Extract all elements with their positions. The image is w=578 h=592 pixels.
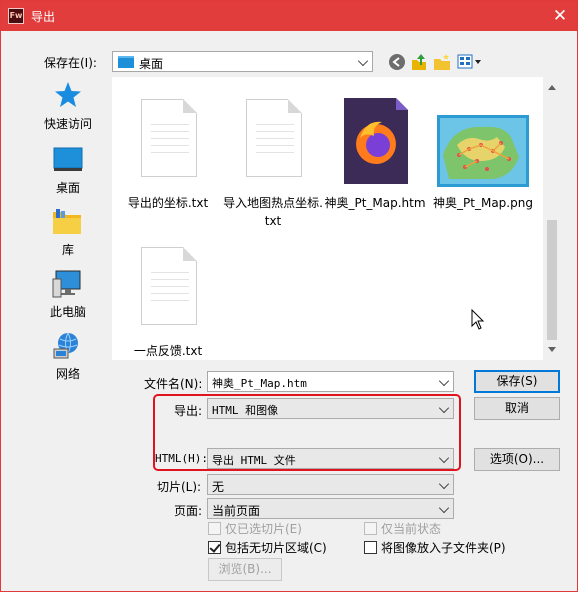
firefox-html-file-icon	[344, 98, 408, 184]
images-subfolder-checkbox[interactable]: 将图像放入子文件夹(P)	[364, 539, 506, 556]
checkbox-box[interactable]	[364, 541, 377, 554]
place-label: 此电脑	[49, 305, 86, 319]
highlight-annotation-box	[153, 394, 461, 471]
network-icon	[53, 332, 78, 359]
place-desktop[interactable]: 桌面	[32, 141, 104, 199]
chevron-down-icon	[438, 478, 450, 490]
desktop-folder-icon	[118, 56, 134, 68]
page-dropdown[interactable]: 当前页面	[207, 498, 454, 519]
place-label: 快速访问	[43, 117, 92, 131]
browse-button[interactable]: 浏览(B)...	[208, 558, 282, 581]
chevron-down-icon	[438, 502, 450, 514]
star-icon	[55, 82, 81, 107]
filename-input[interactable]: 神奥_Pt_Map.htm	[207, 371, 454, 392]
file-name: 神奥_Pt_Map.htm	[324, 196, 426, 210]
scroll-up-arrow-icon[interactable]	[548, 85, 556, 90]
checkbox-box[interactable]	[364, 522, 377, 535]
close-icon[interactable]: ✕	[547, 4, 573, 28]
checkbox-label: 将图像放入子文件夹(P)	[381, 541, 506, 555]
library-icon	[53, 209, 81, 234]
place-network[interactable]: 网络	[32, 327, 104, 385]
scrollbar-thumb[interactable]	[547, 220, 557, 340]
text-file-icon	[246, 99, 302, 177]
checkbox-box[interactable]	[208, 522, 221, 535]
page-label: 页面:	[174, 504, 203, 518]
save-in-label: 保存在(I):	[44, 56, 97, 70]
fireworks-app-icon: Fw	[8, 8, 24, 24]
save-button[interactable]: 保存(S)	[474, 370, 560, 393]
file-name: 导入地图热点坐标.txt	[223, 196, 323, 228]
file-name: 神奥_Pt_Map.png	[433, 196, 533, 210]
include-no-slice-area-checkbox[interactable]: 包括无切片区域(C)	[208, 539, 327, 556]
filename-value: 神奥_Pt_Map.htm	[212, 377, 307, 390]
chevron-down-icon[interactable]	[438, 375, 450, 387]
place-libraries[interactable]: 库	[32, 203, 104, 261]
slices-label: 切片(L):	[157, 480, 202, 494]
place-quick-access[interactable]: 快速访问	[32, 77, 104, 135]
checkbox-label: 仅已选切片(E)	[225, 522, 302, 536]
page-value: 当前页面	[212, 504, 261, 518]
dialog-title: 导出	[31, 10, 56, 24]
desktop-icon	[53, 147, 83, 171]
selected-slices-only-checkbox[interactable]: 仅已选切片(E)	[208, 520, 302, 537]
file-list-scrollbar[interactable]	[543, 77, 561, 360]
up-folder-icon[interactable]	[410, 53, 428, 71]
title-bar[interactable]: Fw 导出 ✕	[1, 1, 577, 31]
scroll-down-arrow-icon[interactable]	[548, 347, 556, 352]
slices-dropdown[interactable]: 无	[207, 474, 454, 495]
checkbox-box[interactable]	[208, 541, 221, 554]
save-in-value: 桌面	[139, 57, 164, 71]
text-file-icon	[141, 247, 197, 325]
place-this-pc[interactable]: 此电脑	[32, 265, 104, 323]
place-label: 库	[61, 243, 74, 257]
mouse-cursor-icon	[471, 309, 485, 330]
back-icon[interactable]	[388, 53, 406, 71]
chevron-down-icon	[357, 55, 369, 67]
checkbox-label: 包括无切片区域(C)	[225, 541, 327, 555]
file-list[interactable]: 导出的坐标.txt 导入地图热点坐标.txt 神奥_Pt_Map.htm 神奥_…	[112, 77, 561, 360]
new-folder-icon[interactable]	[433, 53, 451, 71]
place-label: 网络	[55, 367, 80, 381]
computer-icon	[52, 270, 81, 298]
options-button[interactable]: 选项(O)...	[474, 448, 560, 471]
current-state-only-checkbox[interactable]: 仅当前状态	[364, 520, 441, 537]
cancel-button[interactable]: 取消	[474, 397, 560, 420]
save-in-dropdown[interactable]: 桌面	[112, 51, 373, 72]
place-label: 桌面	[55, 181, 80, 195]
checkbox-label: 仅当前状态	[381, 522, 442, 536]
text-file-icon	[141, 99, 197, 177]
file-name: 一点反馈.txt	[133, 344, 203, 358]
file-name: 导出的坐标.txt	[127, 196, 209, 210]
map-image-thumbnail-icon	[437, 115, 529, 187]
places-bar: 快速访问 桌面 库 此电脑 网络	[32, 77, 104, 383]
export-dialog: Fw 导出 ✕ 保存在(I): 桌面 快速访问 桌面 库 此电脑 网络 导出的坐…	[0, 0, 578, 592]
view-menu-icon[interactable]	[457, 53, 483, 71]
filename-label: 文件名(N):	[144, 377, 203, 391]
slices-value: 无	[212, 480, 225, 494]
